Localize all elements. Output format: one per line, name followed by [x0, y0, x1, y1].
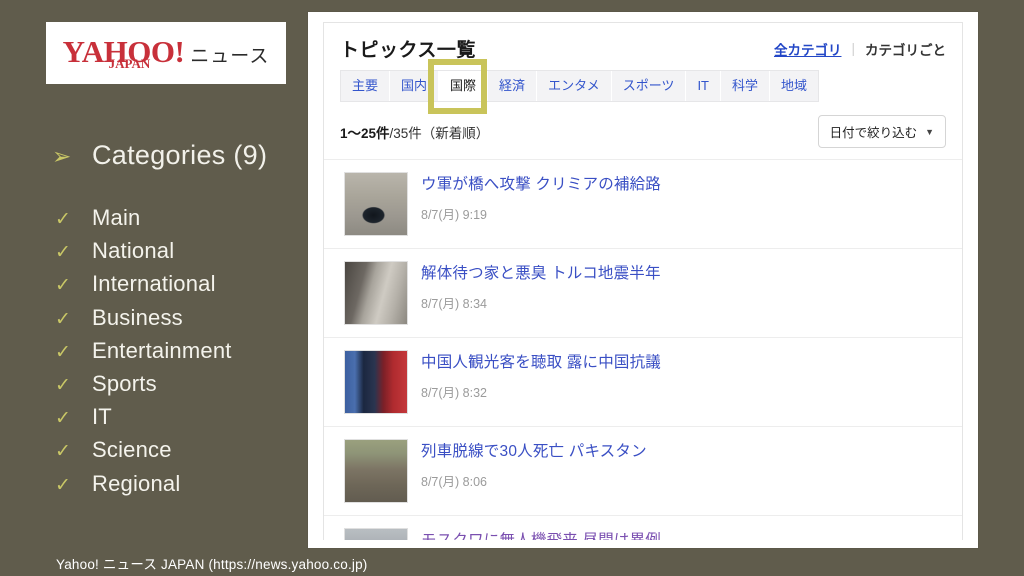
- check-icon: ✓: [55, 275, 71, 297]
- news-body: 中国人観光客を聴取 露に中国抗議 8/7(月) 8:32: [421, 350, 661, 401]
- yahoo-news-screenshot-panel: トピックス一覧 全カテゴリ | カテゴリごと 主要 国内 国際 経済 エンタメ …: [308, 12, 978, 548]
- check-icon: ✓: [55, 374, 71, 396]
- header-link-group: 全カテゴリ | カテゴリごと: [774, 39, 946, 59]
- tab-entame[interactable]: エンタメ: [537, 71, 612, 102]
- page-header: トピックス一覧 全カテゴリ | カテゴリごと: [324, 23, 962, 70]
- news-timestamp: 8/7(月) 8:32: [421, 386, 488, 401]
- table-row[interactable]: 列車脱線で30人死亡 パキスタン 8/7(月) 8:06: [324, 426, 962, 515]
- table-row[interactable]: 中国人観光客を聴取 露に中国抗議 8/7(月) 8:32: [324, 337, 962, 426]
- result-total: /35件（新着順）: [389, 125, 490, 141]
- list-item: ✓ Sports: [55, 371, 315, 404]
- news-thumbnail: [344, 350, 408, 415]
- page-title: トピックス一覧: [340, 40, 476, 61]
- news-headline-link[interactable]: 解体待つ家と悪臭 トルコ地震半年: [421, 264, 661, 285]
- arrow-bullet-icon: ➢: [52, 143, 72, 169]
- category-label-it: IT: [92, 404, 112, 430]
- news-headline-link[interactable]: ウ軍が橋へ攻撃 クリミアの補給路: [421, 175, 661, 196]
- date-filter-button[interactable]: 日付で絞り込む ▼: [817, 115, 946, 149]
- category-label-national: National: [92, 238, 175, 264]
- result-count-text: 1〜25件/35件（新着順）: [340, 122, 489, 142]
- news-body: ウ軍が橋へ攻撃 クリミアの補給路 8/7(月) 9:19: [421, 172, 661, 223]
- tab-kagaku[interactable]: 科学: [721, 71, 771, 102]
- news-timestamp: 8/7(月) 9:19: [421, 208, 488, 223]
- table-row[interactable]: 解体待つ家と悪臭 トルコ地震半年 8/7(月) 8:34: [324, 248, 962, 337]
- news-body: モスクワに無人機飛来 昼間は異例 8/6(日) 22:57: [421, 528, 661, 540]
- date-filter-label: 日付で絞り込む: [829, 126, 918, 141]
- check-icon: ✓: [55, 242, 71, 264]
- news-thumbnail: [344, 261, 408, 326]
- news-headline-link[interactable]: 列車脱線で30人死亡 パキスタン: [421, 442, 647, 463]
- table-row[interactable]: モスクワに無人機飛来 昼間は異例 8/6(日) 22:57: [324, 515, 962, 540]
- tab-list: 主要 国内 国際 経済 エンタメ スポーツ IT 科学 地域: [340, 70, 820, 103]
- news-thumbnail: [344, 528, 408, 540]
- categories-heading: ➢ Categories (9): [52, 140, 267, 171]
- news-headline-link[interactable]: 中国人観光客を聴取 露に中国抗議: [421, 353, 661, 374]
- tab-shuyo[interactable]: 主要: [341, 71, 391, 102]
- category-list: ✓ Main ✓ National ✓ International ✓ Busi…: [55, 205, 315, 504]
- news-label-japanese: ニュース: [190, 45, 270, 67]
- category-label-international: International: [92, 271, 216, 297]
- list-item: ✓ Regional: [55, 471, 315, 504]
- news-timestamp: 8/7(月) 8:34: [421, 297, 488, 312]
- news-headline-link[interactable]: モスクワに無人機飛来 昼間は異例: [421, 531, 661, 540]
- category-label-main: Main: [92, 205, 141, 230]
- list-item: ✓ Business: [55, 305, 315, 338]
- list-item: ✓ International: [55, 271, 315, 304]
- check-icon: ✓: [55, 474, 71, 496]
- result-range: 1〜25件: [340, 125, 390, 141]
- tab-kokunai[interactable]: 国内: [390, 71, 440, 102]
- check-icon: ✓: [55, 408, 71, 430]
- source-footnote: Yahoo! ニュース JAPAN (https://news.yahoo.co…: [56, 557, 368, 572]
- news-body: 列車脱線で30人死亡 パキスタン 8/7(月) 8:06: [421, 439, 647, 490]
- list-item: ✓ Science: [55, 437, 315, 470]
- list-item: ✓ National: [55, 238, 315, 271]
- all-categories-link[interactable]: 全カテゴリ: [774, 39, 842, 59]
- category-label-regional: Regional: [92, 470, 181, 496]
- category-tab-bar: 主要 国内 国際 経済 エンタメ スポーツ IT 科学 地域: [324, 59, 962, 114]
- category-label-sports: Sports: [92, 370, 157, 396]
- yahoo-japan-logo: YAHOO! JAPAN: [63, 36, 185, 70]
- tab-chiiki[interactable]: 地域: [770, 71, 819, 102]
- check-icon: ✓: [55, 441, 71, 463]
- tab-keizai[interactable]: 経済: [488, 71, 538, 102]
- list-item: ✓ IT: [55, 404, 315, 437]
- tab-it[interactable]: IT: [686, 71, 721, 102]
- category-label-entertainment: Entertainment: [92, 337, 232, 363]
- topics-list: ウ軍が橋へ攻撃 クリミアの補給路 8/7(月) 9:19 解体待つ家と悪臭 トル…: [324, 159, 962, 540]
- category-label-science: Science: [92, 437, 172, 463]
- news-thumbnail: [344, 439, 408, 504]
- tab-kokusai[interactable]: 国際: [439, 71, 489, 102]
- list-item: ✓ Main: [55, 205, 315, 238]
- yahoo-news-logo-card: YAHOO! JAPAN ニュース: [46, 22, 286, 84]
- link-divider: |: [851, 41, 855, 56]
- categories-heading-label: Categories (9): [92, 140, 268, 170]
- chevron-down-icon: ▼: [925, 126, 934, 137]
- table-row[interactable]: ウ軍が橋へ攻撃 クリミアの補給路 8/7(月) 9:19: [324, 159, 962, 248]
- news-thumbnail: [344, 172, 408, 237]
- tab-sports[interactable]: スポーツ: [611, 71, 687, 102]
- news-timestamp: 8/7(月) 8:06: [421, 475, 488, 490]
- check-icon: ✓: [55, 341, 71, 363]
- result-count-row: 1〜25件/35件（新着順） 日付で絞り込む ▼: [324, 102, 962, 159]
- check-icon: ✓: [55, 308, 71, 330]
- check-icon: ✓: [55, 209, 71, 230]
- by-category-link[interactable]: カテゴリごと: [865, 39, 946, 59]
- category-label-business: Business: [92, 304, 183, 330]
- news-body: 解体待つ家と悪臭 トルコ地震半年 8/7(月) 8:34: [421, 261, 661, 312]
- list-item: ✓ Entertainment: [55, 338, 315, 371]
- page-content: トピックス一覧 全カテゴリ | カテゴリごと 主要 国内 国際 経済 エンタメ …: [323, 22, 963, 540]
